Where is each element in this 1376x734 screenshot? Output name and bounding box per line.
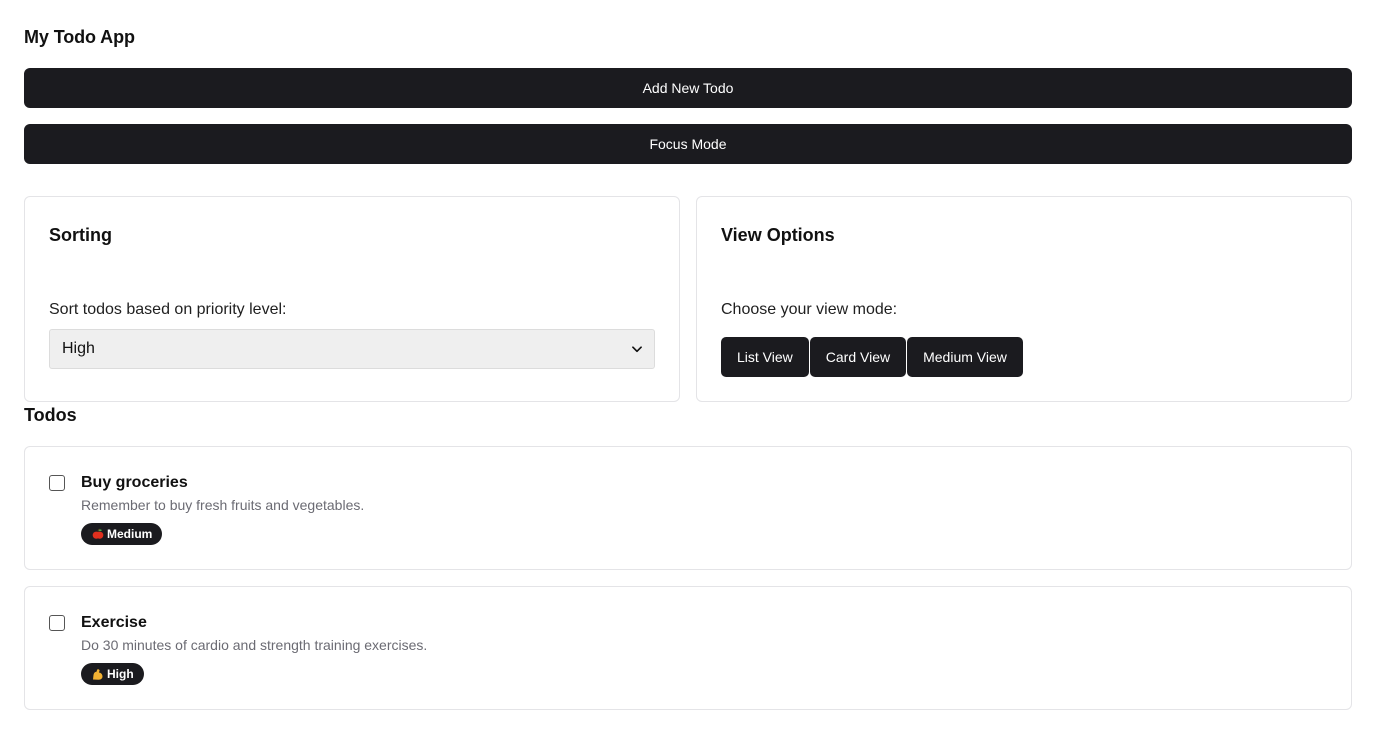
view-options-card: View Options Choose your view mode: List… <box>696 196 1352 402</box>
priority-sort-selected-value: High <box>62 340 95 357</box>
flexed-arm-icon <box>91 668 104 681</box>
priority-badge: High <box>81 663 144 685</box>
apple-icon <box>91 528 104 541</box>
priority-badge-label: Medium <box>107 527 153 541</box>
todo-description: Remember to buy fresh fruits and vegetab… <box>81 497 365 513</box>
focus-mode-button[interactable]: Focus Mode <box>24 124 1352 164</box>
todo-app-page: My Todo App Add New Todo Focus Mode Sort… <box>0 0 1376 734</box>
sorting-card: Sorting Sort todos based on priority lev… <box>24 196 680 402</box>
card-view-button[interactable]: Card View <box>809 337 907 377</box>
priority-sort-select[interactable]: High <box>49 329 655 369</box>
todo-checkbox[interactable] <box>49 615 65 631</box>
list-view-button[interactable]: List View <box>721 337 809 377</box>
app-title: My Todo App <box>24 27 135 47</box>
todos-section-title: Todos <box>24 405 77 425</box>
todo-item: Exercise Do 30 minutes of cardio and str… <box>24 586 1352 710</box>
priority-badge-label: High <box>107 667 134 681</box>
add-new-todo-button[interactable]: Add New Todo <box>24 68 1352 108</box>
todo-description: Do 30 minutes of cardio and strength tra… <box>81 637 428 653</box>
priority-badge: Medium <box>81 523 163 545</box>
sorting-title: Sorting <box>49 225 112 245</box>
view-mode-button-group: List View Card View Medium View <box>721 337 1023 377</box>
view-options-title: View Options <box>721 225 835 245</box>
chevron-down-icon <box>632 344 642 354</box>
medium-view-button[interactable]: Medium View <box>907 337 1023 377</box>
todo-checkbox[interactable] <box>49 475 65 491</box>
view-options-label: Choose your view mode: <box>721 301 898 318</box>
todo-title: Buy groceries <box>81 474 188 491</box>
todo-item: Buy groceries Remember to buy fresh frui… <box>24 446 1352 570</box>
todo-title: Exercise <box>81 614 147 631</box>
sorting-label: Sort todos based on priority level: <box>49 301 287 318</box>
